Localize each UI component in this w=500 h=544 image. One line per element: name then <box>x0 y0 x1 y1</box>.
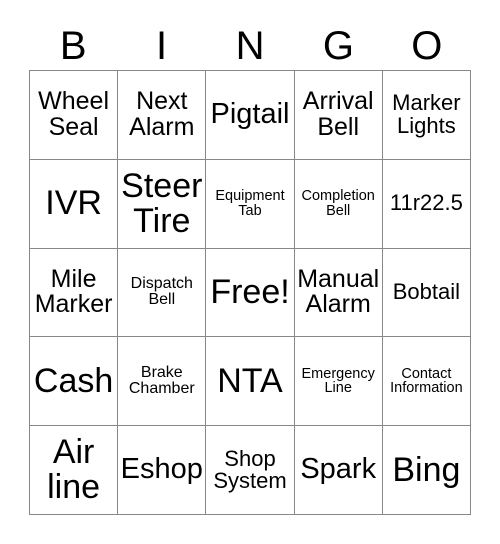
bingo-cell[interactable]: Mile Marker <box>30 248 119 338</box>
bingo-cell[interactable]: Dispatch Bell <box>118 248 207 338</box>
bingo-cell[interactable]: Manual Alarm <box>294 248 383 338</box>
bingo-cell[interactable]: Completion Bell <box>294 159 383 249</box>
bingo-header-row: BINGO <box>29 22 471 70</box>
bingo-cell-label: Mile Marker <box>34 264 113 319</box>
bingo-cell[interactable]: Wheel Seal <box>30 71 119 160</box>
bingo-cell[interactable]: Brake Chamber <box>118 337 207 427</box>
bingo-cell-label: 11r22.5 <box>389 190 463 216</box>
bingo-card: B I N G O Wheel Seal Next Alarm Pigtail Arrival… <box>0 0 500 544</box>
bingo-cell[interactable]: IVR <box>30 159 119 249</box>
bingo-cell[interactable]: Pigtail <box>206 71 295 160</box>
bingo-cell[interactable]: Emergency Line <box>294 337 383 427</box>
bingo-cell[interactable]: Steer Tire <box>118 159 207 249</box>
bingo-header-letter-n: N <box>235 24 265 68</box>
bingo-cell[interactable]: 11r22.5 <box>382 159 471 249</box>
bingo-cell-label: Spark <box>300 453 377 486</box>
bingo-cell-label: Completion Bell <box>301 187 375 219</box>
bingo-cell-label: Cash <box>33 361 114 400</box>
bingo-cell[interactable]: Eshop <box>118 426 207 515</box>
bingo-cell-label: Dispatch Bell <box>130 275 193 309</box>
bingo-cell[interactable]: Bing <box>382 426 471 515</box>
bingo-header-letter-g: G <box>322 24 354 68</box>
bingo-cell[interactable]: Contact Information <box>382 337 471 427</box>
bingo-cell-label: Next Alarm <box>129 87 195 141</box>
bingo-cell-label: NTA <box>217 361 283 400</box>
bingo-grid: Wheel Seal Next Alarm Pigtail Arrival Bell M… <box>29 70 471 515</box>
bingo-header-letter-i: I <box>156 24 168 68</box>
bingo-cell-label: Marker Lights <box>392 90 461 138</box>
bingo-cell-label: Manual Alarm <box>297 264 380 319</box>
bingo-cell[interactable]: Bobtail <box>382 248 471 338</box>
bingo-cell-label: IVR <box>45 184 102 223</box>
bingo-cell-label: Wheel Seal <box>38 87 110 141</box>
bingo-cell-label: Emergency Line <box>301 365 375 397</box>
bingo-cell[interactable]: Air line <box>30 426 119 515</box>
bingo-cell[interactable]: Arrival Bell <box>294 71 383 160</box>
bingo-cell-label: Bing <box>392 450 461 489</box>
bingo-cell[interactable]: Shop System <box>206 426 295 515</box>
bingo-cell-label: Brake Chamber <box>128 363 195 398</box>
bingo-cell-label: Air line <box>47 433 101 507</box>
bingo-free-cell[interactable]: Free! <box>206 248 295 338</box>
bingo-cell-label: Pigtail <box>210 98 290 131</box>
bingo-cell-label: Bobtail <box>392 279 461 305</box>
bingo-cell-label: Arrival Bell <box>302 87 374 141</box>
bingo-cell-label: Equipment Tab <box>215 187 285 219</box>
bingo-cell[interactable]: Marker Lights <box>382 71 471 160</box>
bingo-cell-label: Shop System <box>213 445 287 494</box>
bingo-cell-label: Contact Information <box>390 365 463 397</box>
bingo-cell-label: Steer Tire <box>121 167 203 240</box>
bingo-cell[interactable]: Equipment Tab <box>206 159 295 249</box>
bingo-cell-label: Eshop <box>120 453 203 486</box>
bingo-header-letter-o: O <box>411 24 443 68</box>
bingo-cell[interactable]: Cash <box>30 337 119 427</box>
bingo-cell-label: Free! <box>210 273 290 312</box>
bingo-cell[interactable]: NTA <box>206 337 295 427</box>
bingo-cell[interactable]: Spark <box>294 426 383 515</box>
bingo-header-letter-b: B <box>59 24 87 68</box>
bingo-cell[interactable]: Next Alarm <box>118 71 207 160</box>
